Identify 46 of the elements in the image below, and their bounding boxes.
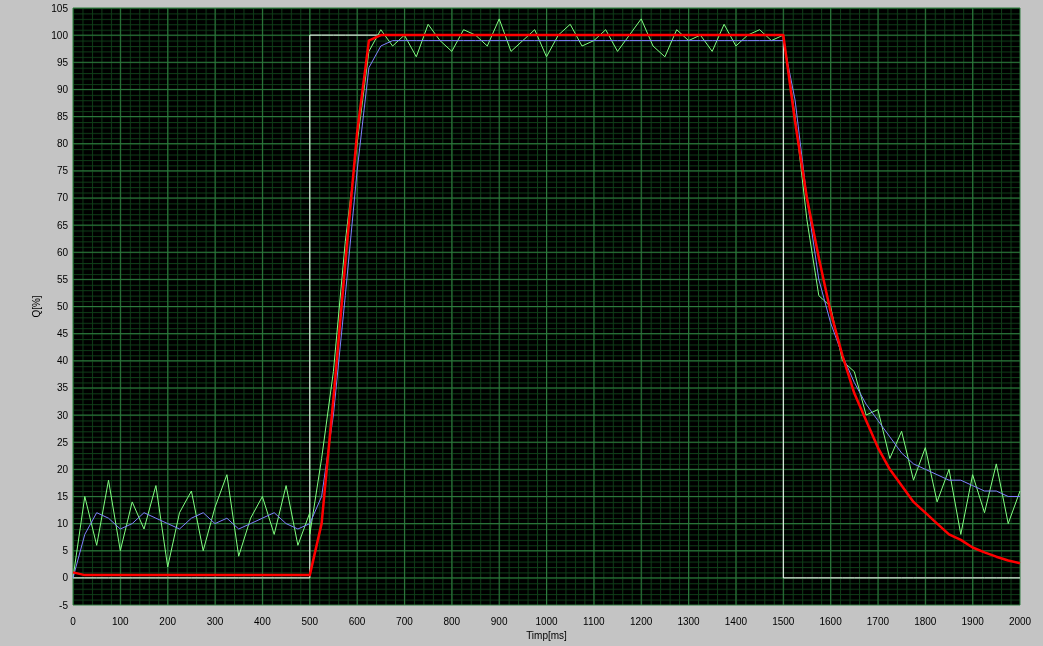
axis-tick-label: 80 (56, 138, 68, 150)
axis-tick-label: 1500 (772, 616, 795, 627)
axis-tick-label: 600 (348, 616, 366, 627)
axis-tick-label: 90 (56, 83, 68, 95)
axis-tick-label: 5 (62, 545, 68, 557)
axis-tick-label: 2000 (1008, 616, 1032, 627)
axis-tick-label: 1400 (724, 616, 748, 627)
axis-tick-label: 0 (62, 572, 68, 584)
axis-tick-label: 100 (112, 616, 129, 627)
axis-tick-label: 15 (56, 490, 68, 502)
axis-tick-label: 1000 (535, 616, 558, 627)
axis-tick-label: 700 (396, 616, 413, 627)
axis-tick-label: 50 (56, 301, 68, 312)
axis-tick-label: 800 (443, 616, 461, 627)
axis-tick-label: 0 (70, 616, 76, 627)
axis-tick-label: 1300 (677, 616, 700, 627)
axis-tick-label: 1800 (914, 616, 937, 627)
axis-tick-label: 30 (56, 409, 68, 421)
axis-tick-label: 40 (56, 355, 68, 367)
axis-tick-label: 35 (56, 382, 68, 394)
axis-tick-label: 1200 (630, 616, 653, 627)
axis-tick-label: 85 (56, 111, 68, 123)
axis-tick-label: 200 (159, 616, 177, 627)
axis-tick-label: 20 (56, 463, 68, 475)
axis-tick-label: 105 (51, 2, 68, 14)
axis-tick-label: 1900 (961, 616, 984, 627)
axis-tick-label: 400 (254, 616, 271, 627)
axis-tick-label: 45 (56, 328, 68, 340)
axis-tick-label: 95 (56, 56, 68, 68)
axis-tick-label: 900 (490, 616, 508, 627)
axis-tick-label: 300 (206, 616, 224, 627)
axis-tick-label: 75 (56, 165, 68, 177)
axis-tick-label: 100 (51, 29, 68, 41)
axis-title: Q[%] (31, 295, 42, 318)
axis-tick-label: 1600 (819, 616, 842, 627)
axis-tick-label: 1700 (866, 616, 890, 627)
axis-tick-label: 25 (56, 436, 68, 448)
axis-tick-label: -5 (59, 599, 68, 611)
axis-tick-label: 70 (56, 192, 68, 204)
axis-tick-label: 65 (56, 219, 68, 231)
axis-tick-label: 60 (56, 246, 68, 258)
axis-tick-label: 1100 (583, 616, 605, 627)
axis-tick-label: 500 (301, 616, 319, 627)
axis-tick-label: 55 (56, 273, 68, 285)
axis-title: Timp[ms] (526, 630, 567, 641)
axis-tick-label: 10 (56, 518, 68, 530)
